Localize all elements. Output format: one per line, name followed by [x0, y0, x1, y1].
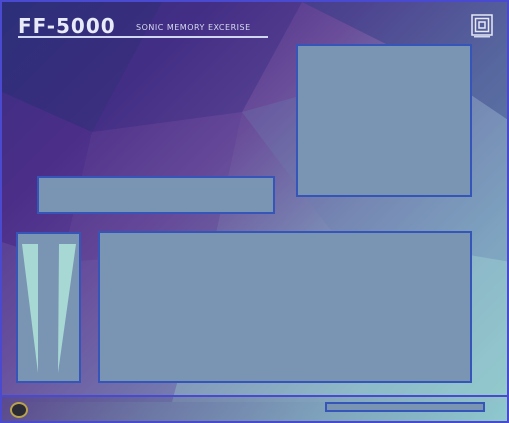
app-window: FF-5000 SONIC MEMORY EXCERISE	[0, 0, 509, 423]
top-right-display-panel	[296, 44, 472, 197]
app-subtitle: SONIC MEMORY EXCERISE	[136, 23, 251, 32]
main-display-panel[interactable]	[98, 231, 472, 383]
title-bar: FF-5000 SONIC MEMORY EXCERISE	[18, 14, 268, 38]
right-level-meter	[58, 244, 76, 373]
square-target-icon[interactable]	[471, 14, 493, 38]
progress-bar	[325, 402, 485, 412]
app-logo: FF-5000	[18, 14, 116, 38]
level-meter-panel	[16, 232, 81, 383]
knob-icon[interactable]	[10, 402, 28, 418]
status-bar	[2, 395, 507, 421]
readout-panel	[37, 176, 275, 214]
left-level-meter	[22, 244, 38, 373]
